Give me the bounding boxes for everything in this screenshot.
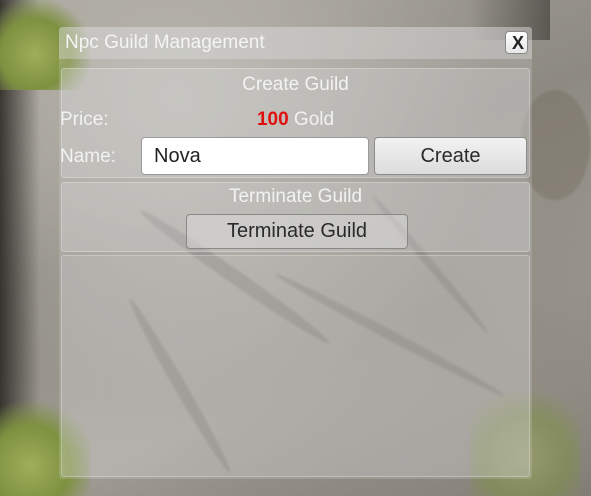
create-button[interactable]: Create [374,137,527,175]
price-value: 100 [256,109,289,130]
name-label: Name: [60,146,116,167]
guild-name-input[interactable] [141,137,369,175]
create-guild-heading: Create Guild [242,74,349,95]
terminate-guild-heading: Terminate Guild [228,186,363,207]
price-display: 100 Gold [62,109,529,131]
window-title: Npc Guild Management [65,32,265,53]
empty-content-panel [61,255,530,477]
game-scene: Npc Guild Management X Create Guild Pric… [0,0,591,496]
create-guild-panel: Create Guild Price: 100 Gold Name: Creat… [60,68,530,178]
terminate-guild-button[interactable]: Terminate Guild [186,214,408,249]
guild-management-window: Npc Guild Management X Create Guild Pric… [59,27,532,479]
price-unit: Gold [293,109,335,130]
terminate-guild-panel: Terminate Guild Terminate Guild [61,182,530,252]
close-button[interactable]: X [505,31,528,54]
window-titlebar[interactable]: Npc Guild Management X [59,27,532,59]
close-icon: X [512,33,525,53]
